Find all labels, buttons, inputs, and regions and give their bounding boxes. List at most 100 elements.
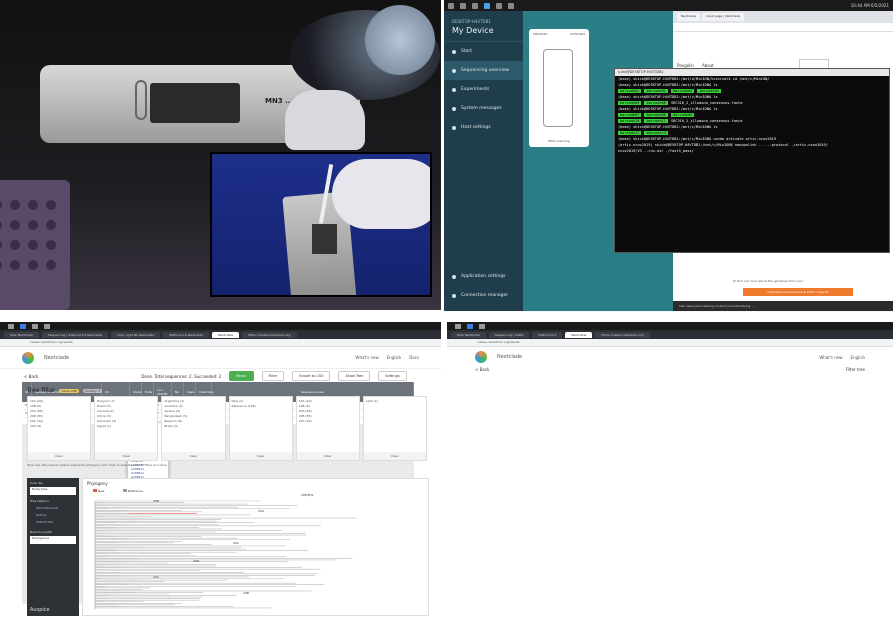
search-icon[interactable]	[460, 2, 466, 9]
browser-tab[interactable]: Sequencing | SARS-CoV-2 Nextclade	[41, 332, 109, 338]
filter-option[interactable]: Reference (198)	[232, 404, 290, 409]
host-name: DESKTOP-H4VTDB1	[452, 19, 491, 24]
directory-entry: barcode12	[618, 131, 642, 135]
browser-tab[interactable]: Help Nextclade	[4, 332, 39, 338]
filter-panel: Belgium (1) Brazil (3) Canada (2) China (5)…	[94, 396, 159, 461]
clear-button[interactable]: Clear	[162, 452, 225, 460]
export-csv-button[interactable]: Export to CSV	[292, 371, 331, 381]
filter-option[interactable]: 20C (42)	[299, 419, 357, 424]
browser-icon[interactable]	[20, 323, 26, 329]
filter-option[interactable]: Brazil (3)	[164, 424, 222, 429]
filter-option[interactable]: Egypt (1)	[97, 424, 155, 429]
docs-link[interactable]: Docs	[409, 355, 419, 360]
sidebar-item-application-settings[interactable]: Application settings	[444, 267, 523, 286]
branch-length-select[interactable]: Divergence	[30, 536, 76, 544]
phylogeny-tree[interactable]	[83, 479, 430, 617]
filter-note: Show tree, then expand nodes to explore …	[27, 464, 168, 467]
rerun-button[interactable]: Rerun	[229, 371, 254, 381]
chart-icon	[452, 68, 456, 73]
browser-icon[interactable]	[496, 2, 502, 9]
filter-tree-button[interactable]: Filter tree	[846, 367, 865, 372]
language-select[interactable]: English	[851, 355, 865, 360]
show-tree-button[interactable]: Show Tree	[338, 371, 371, 381]
browser-tab[interactable]: Help Nextclade	[451, 332, 486, 338]
folder-icon[interactable]	[479, 323, 485, 329]
filter-badge[interactable]: Clade 20B	[59, 388, 79, 393]
clear-button[interactable]: Clear	[95, 452, 158, 460]
browser-tab[interactable]: Nextclade	[565, 332, 593, 338]
clear-button[interactable]: Clear	[296, 452, 359, 460]
terminal-icon[interactable]	[508, 2, 514, 9]
flask-icon	[452, 87, 456, 92]
start-icon[interactable]	[455, 323, 461, 329]
flowcell-icon	[543, 49, 573, 127]
browser-icon[interactable]	[467, 323, 473, 329]
settings-icon	[452, 274, 456, 279]
browser-tab[interactable]: https://clades.nextstrain.org	[242, 332, 297, 338]
back-button[interactable]: < Back	[24, 374, 38, 379]
terminal-text: (base) shick@DESKTOP-H4VTDB1:/mnt/c/MinI…	[618, 95, 718, 99]
sidebar-item-sequencing-overview[interactable]: Sequencing overview	[444, 61, 523, 80]
sidebar-item-label: Application settings	[461, 274, 506, 279]
back-button[interactable]: < Back	[475, 367, 489, 372]
folder-icon[interactable]	[32, 323, 38, 329]
sidebar-item-experiments[interactable]: Experiments	[444, 80, 523, 99]
browser-tab[interactable]: SARS-CoV-2	[532, 332, 563, 338]
flowcell-card[interactable]: MN34246 FAP97983 MUX scanning	[529, 29, 589, 147]
gear-icon	[452, 125, 456, 130]
color-by-select[interactable]: Node type	[30, 487, 76, 495]
filter-button[interactable]: Filter	[261, 371, 285, 381]
tree-filter-title: Tree filter Clade 20B Country: 2	[27, 387, 103, 394]
directory-entry: barcode04	[697, 89, 721, 93]
layout-radial[interactable]: RADIAL	[36, 513, 76, 517]
start-icon[interactable]	[448, 2, 454, 9]
clear-button[interactable]: Clear	[28, 452, 91, 460]
filter-option[interactable]: path (2)	[366, 399, 424, 404]
link-icon	[452, 293, 456, 298]
folder-icon[interactable]	[472, 2, 478, 9]
terminal-text: SRC310_2_illumina_consensus.fasta	[670, 101, 743, 105]
start-icon[interactable]	[8, 323, 14, 329]
filter-badge[interactable]: Country: 2	[82, 388, 103, 393]
tube-rack	[0, 180, 70, 310]
message-icon	[452, 106, 456, 111]
filter-option[interactable]: 20D (8)	[30, 424, 88, 429]
language-select[interactable]: English	[387, 355, 401, 360]
clear-button[interactable]: Clear	[229, 452, 292, 460]
browser-tab[interactable]: SARS-CoV-2 Nextclade	[163, 332, 210, 338]
support-button[interactable]: International Genomics & Public Support	[743, 288, 853, 296]
settings-button[interactable]: Settings	[378, 371, 407, 381]
address-bar[interactable]	[673, 23, 893, 32]
clade-label: 20D	[193, 559, 200, 563]
auspice-screen: Help Nextclade Sequencing | SARS SARS-CoV-…	[447, 322, 893, 618]
layout-unrooted[interactable]: UNROOTED	[36, 520, 76, 524]
sidebar-item-connection-manager[interactable]: Connection manager	[444, 286, 523, 305]
browser-tab[interactable]: Nextclade	[212, 332, 240, 338]
minknow-app-icon[interactable]	[484, 2, 490, 9]
sidebar-item-system-messages[interactable]: System messages	[444, 99, 523, 118]
sidebar-item-start[interactable]: Start	[444, 42, 523, 61]
browser-tab[interactable]: Input page | Nextclade	[702, 13, 745, 21]
terminal-window[interactable]: s.lex@DESKTOP-H4VTDB1 (base) shick@DESKT…	[614, 68, 890, 253]
address-bar[interactable]: clades.nextstrain.org/results	[0, 339, 441, 347]
minknow-screen: 10:44 AM 6/5/2021 DESKTOP-H4VTDB1 My Dev…	[444, 0, 893, 312]
layout-rectangular[interactable]: RECTANGULAR	[36, 506, 76, 510]
browser-tab[interactable]: Copy right NC Nextclade	[111, 332, 161, 338]
filter-panels: 19A (20) 19B (8) 20A (88) 20B (85) 20C (42) 2…	[27, 396, 428, 461]
browser-tab[interactable]: Sequencing | SARS	[488, 332, 530, 338]
browser-tab[interactable]: https://clades.nextstrain.org	[595, 332, 650, 338]
clear-button[interactable]: Clear	[363, 452, 427, 460]
sidebar-item-host-settings[interactable]: Host settings	[444, 118, 523, 137]
browser-tab[interactable]: Nextclade	[677, 13, 701, 21]
clade-label: 20A	[258, 509, 264, 513]
whats-new-link[interactable]: What's new	[819, 355, 842, 360]
auspice-logo: Auspice	[30, 607, 50, 613]
address-bar[interactable]: clades.nextstrain.org/results	[447, 339, 893, 347]
windows-taskbar	[447, 322, 893, 330]
directory-entry: barcode02	[644, 89, 668, 93]
filter-panel: 19A (20) 19B (8) 20A (88) 20B (85) 20C (42) C…	[295, 396, 360, 461]
terminal-icon[interactable]	[44, 323, 50, 329]
terminal-text: (base) shick@DESKTOP-H4VTDB1:/mnt/d/MinI…	[618, 77, 770, 81]
directory-entry: barcode11	[644, 119, 668, 123]
whats-new-link[interactable]: What's new	[356, 355, 379, 360]
